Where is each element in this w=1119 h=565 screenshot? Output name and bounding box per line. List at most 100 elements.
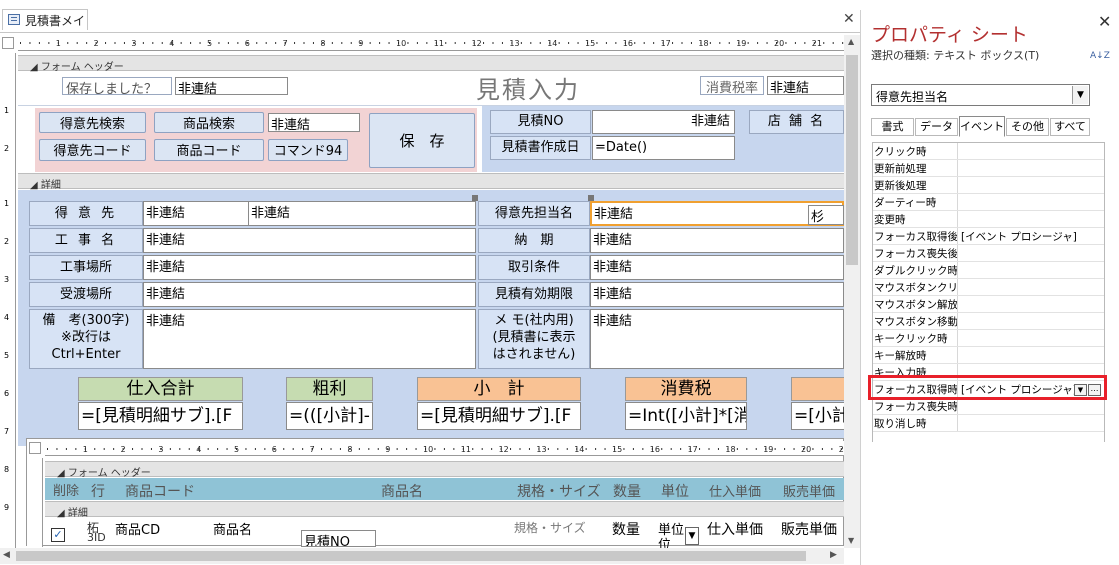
scroll-left-icon[interactable]: ◀ xyxy=(3,550,10,560)
property-row[interactable]: 更新前処理 xyxy=(873,160,1104,177)
resize-handle[interactable] xyxy=(472,195,478,201)
property-row[interactable]: フォーカス喪失時 xyxy=(873,398,1104,415)
property-row[interactable]: フォーカス取得後 [イベント プロシージャ] xyxy=(873,228,1104,245)
property-key: ダブルクリック時 xyxy=(874,265,957,277)
property-row[interactable]: 変更時 xyxy=(873,211,1104,228)
scroll-thumb[interactable] xyxy=(846,55,858,265)
move-handle[interactable] xyxy=(588,195,594,201)
tab-event[interactable]: イベント xyxy=(959,116,1005,137)
total-cost-field[interactable]: =[見積明細サブ].[F xyxy=(78,402,243,430)
command94-button[interactable]: コマンド94 xyxy=(268,139,348,161)
detail-bar[interactable]: ◢ 詳細 xyxy=(18,173,844,191)
delete-checkbox[interactable]: ✓ xyxy=(51,528,65,542)
tab-data[interactable]: データ xyxy=(915,118,958,136)
scroll-up-icon[interactable]: ▲ xyxy=(848,37,854,46)
col-price: 販売単価 xyxy=(783,485,836,500)
subform[interactable]: 123456789101112131415161718192021 ◢ フォーム… xyxy=(26,438,845,553)
unbound-field-2[interactable]: 非連結 xyxy=(268,113,360,132)
document-tab[interactable]: 見積書メイン xyxy=(2,9,88,45)
line-field-2[interactable]: 3ID xyxy=(87,531,106,544)
save-button[interactable]: 保 存 xyxy=(369,113,475,168)
document-close-icon[interactable]: ✕ xyxy=(843,11,855,27)
property-row[interactable]: 更新後処理 xyxy=(873,177,1104,194)
scroll-right-icon[interactable]: ▶ xyxy=(830,550,837,560)
ruler-tick xyxy=(396,448,398,450)
ruler-tick xyxy=(794,42,796,44)
product-name-field[interactable]: 商品名 xyxy=(213,519,252,538)
cost-field[interactable]: 仕入単価 xyxy=(707,519,763,539)
gross-profit-field[interactable]: =(([小計]- xyxy=(286,402,373,430)
quote-no-field[interactable]: 非連結 xyxy=(592,110,735,134)
property-row[interactable]: クリック時 xyxy=(873,143,1104,160)
ruler-tick xyxy=(528,448,530,450)
tax-rate-field[interactable]: 非連結 xyxy=(767,76,844,95)
property-row[interactable]: キー解放時 xyxy=(873,347,1104,364)
tab-format[interactable]: 書式 xyxy=(871,118,914,136)
object-selector-dropdown-icon[interactable]: ▼ xyxy=(1072,86,1088,104)
property-row[interactable]: マウスボタン移動 xyxy=(873,313,1104,330)
property-row[interactable]: フォーカス喪失後 xyxy=(873,245,1104,262)
tab-all[interactable]: すべて xyxy=(1050,118,1090,136)
product-code-field[interactable]: 商品CD xyxy=(115,519,160,538)
tab-other[interactable]: その他 xyxy=(1006,118,1049,136)
delivery-field[interactable]: 非連結 xyxy=(590,228,844,253)
vruler-number: 3 xyxy=(4,275,9,284)
property-sheet-close-icon[interactable]: ✕ xyxy=(1098,12,1111,31)
scroll-down-icon[interactable]: ▼ xyxy=(848,536,854,545)
validity-field[interactable]: 非連結 xyxy=(590,282,844,307)
property-dropdown-icon[interactable]: ▼ xyxy=(1074,384,1087,396)
property-builder-icon[interactable]: … xyxy=(1088,384,1101,396)
form-header-bar[interactable]: ◢ フォーム ヘッダー xyxy=(18,55,844,73)
subform-detail-bar[interactable]: ◢ 詳細 xyxy=(45,501,845,519)
qty-field[interactable]: 数量 xyxy=(612,519,640,539)
ruler-tick xyxy=(199,42,201,44)
total-field[interactable]: =[小計 xyxy=(791,402,844,430)
created-date-field[interactable]: =Date() xyxy=(592,136,735,160)
property-row[interactable]: マウスボタンクリック xyxy=(873,279,1104,296)
rep-extra-field[interactable]: 杉 xyxy=(808,205,844,225)
ruler-number: 5 xyxy=(207,39,212,48)
property-value[interactable]: [イベント プロシージャ] xyxy=(961,229,1077,244)
ruler-corner[interactable] xyxy=(2,37,14,49)
unbound-field-1[interactable]: 非連結 xyxy=(175,77,288,95)
property-row[interactable]: ダーティー時 xyxy=(873,194,1104,211)
site-field[interactable]: 非連結 xyxy=(143,255,476,280)
customer-name-field[interactable]: 非連結 xyxy=(248,201,476,226)
hscroll-thumb[interactable] xyxy=(16,551,806,561)
spec-field[interactable]: 規格・サイズ xyxy=(514,519,586,536)
remarks-field[interactable]: 非連結 xyxy=(143,309,476,369)
project-name-field[interactable]: 非連結 xyxy=(143,228,476,253)
property-row[interactable]: ダブルクリック時 xyxy=(873,262,1104,279)
property-row[interactable]: マウスボタン解放 xyxy=(873,296,1104,313)
quote-no-subfield[interactable]: 見積NO xyxy=(301,530,376,547)
customer-rep-field[interactable]: 非連結 xyxy=(590,201,844,226)
unit-dropdown-icon[interactable]: ▼ xyxy=(685,527,699,545)
product-code-button[interactable]: 商品コード xyxy=(154,139,264,161)
object-selector[interactable]: 得意先担当名 ▼ xyxy=(871,84,1090,106)
vruler-number: 9 xyxy=(4,503,9,512)
tax-field[interactable]: =Int([小計]*[消 xyxy=(625,402,747,430)
subform-vertical-ruler xyxy=(27,458,43,547)
memo-field[interactable]: 非連結 xyxy=(590,309,844,369)
ruler-tick xyxy=(150,448,152,450)
property-row[interactable]: キークリック時 xyxy=(873,330,1104,347)
ruler-number: 11 xyxy=(434,39,444,48)
terms-field[interactable]: 非連結 xyxy=(590,255,844,280)
property-tabs: 書式 データ イベント その他 すべて xyxy=(871,116,1090,137)
property-divider xyxy=(957,245,958,261)
customer-code-field[interactable]: 非連結 xyxy=(143,201,249,226)
subtotal-field[interactable]: =[見積明細サブ].[F xyxy=(417,402,581,430)
price-field[interactable]: 販売単価 xyxy=(781,519,837,539)
vertical-scrollbar[interactable]: ▲ ▼ xyxy=(844,35,860,548)
sort-icon[interactable]: A↓Z xyxy=(1090,52,1110,61)
handover-field[interactable]: 非連結 xyxy=(143,282,476,307)
ruler-tick xyxy=(339,448,341,450)
property-row[interactable]: 取り消し時 xyxy=(873,415,1104,432)
product-search-button[interactable]: 商品検索 xyxy=(154,112,264,133)
customer-search-button[interactable]: 得意先検索 xyxy=(39,112,146,133)
ruler-tick xyxy=(302,448,304,450)
customer-code-button[interactable]: 得意先コード xyxy=(39,139,146,161)
subform-header-bar[interactable]: ◢ フォーム ヘッダー xyxy=(45,461,845,479)
subform-ruler-corner[interactable] xyxy=(29,442,41,454)
horizontal-scrollbar[interactable]: ◀ ▶ xyxy=(0,548,844,564)
